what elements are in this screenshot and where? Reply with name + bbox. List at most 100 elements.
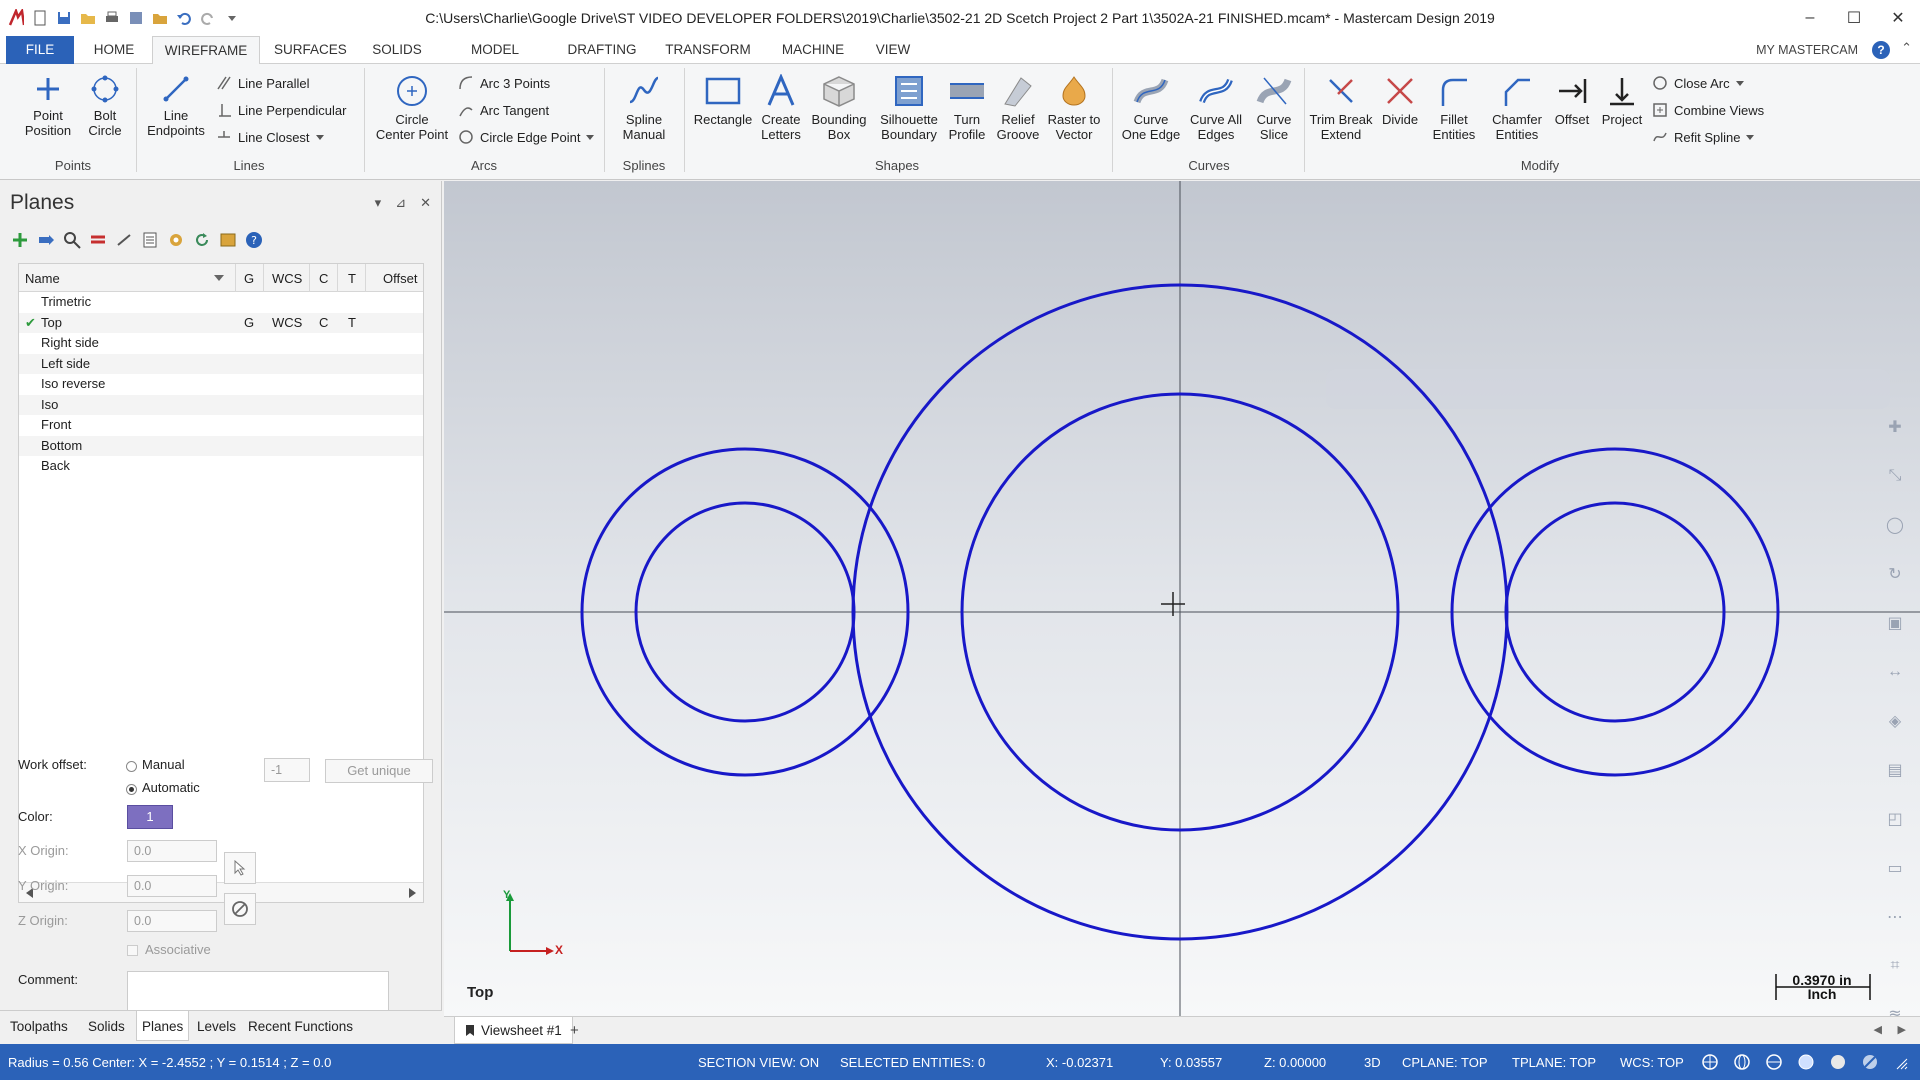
resize-grip-icon[interactable]: [1896, 1058, 1908, 1070]
snap-icon[interactable]: ⌗: [1881, 949, 1909, 982]
panel-close-icon[interactable]: ✕: [420, 195, 431, 211]
table-row[interactable]: Back: [19, 456, 423, 477]
help-icon[interactable]: ?: [1872, 41, 1890, 59]
zoom-fit-icon[interactable]: ⤡: [1881, 459, 1909, 492]
translucency-icon[interactable]: [1862, 1054, 1878, 1070]
save-icon[interactable]: [56, 10, 72, 26]
offset-button[interactable]: Offset: [1550, 74, 1594, 127]
color-swatch[interactable]: 1: [127, 805, 173, 829]
copy-icon[interactable]: ▤: [1881, 753, 1909, 786]
tab-planes[interactable]: Planes: [136, 1011, 190, 1041]
tab-recent-functions[interactable]: Recent Functions: [248, 1019, 353, 1034]
reset-icon[interactable]: [114, 230, 134, 250]
manual-radio[interactable]: [126, 761, 137, 772]
column-wcs[interactable]: WCS: [272, 271, 302, 286]
reset-origin-button[interactable]: [224, 893, 256, 925]
shaded-globe-icon[interactable]: [1766, 1054, 1782, 1070]
tab-toolpaths[interactable]: Toolpaths: [10, 1019, 68, 1034]
curve-slice-button[interactable]: Curve Slice: [1248, 74, 1300, 142]
zoom-window-icon[interactable]: ▣: [1881, 606, 1909, 639]
bounding-box-button[interactable]: Bounding Box: [806, 74, 872, 142]
get-unique-button[interactable]: Get unique: [325, 759, 433, 783]
open-folder-icon[interactable]: [80, 10, 96, 26]
bolt-circle-button[interactable]: Bolt Circle: [82, 74, 128, 138]
cplane-status[interactable]: CPLANE: TOP: [1402, 1055, 1488, 1070]
new-file-icon[interactable]: [32, 10, 48, 26]
curve-all-edges-button[interactable]: Curve All Edges: [1186, 74, 1246, 142]
sphere-icon[interactable]: [1798, 1054, 1814, 1070]
scroll-right-icon[interactable]: ▶: [1898, 1023, 1906, 1036]
tab-solids-manager[interactable]: Solids: [88, 1019, 125, 1034]
redo-icon[interactable]: [200, 10, 216, 26]
work-offset-input[interactable]: -1: [264, 758, 310, 782]
undo-icon[interactable]: [176, 10, 192, 26]
add-viewsheet-button[interactable]: +: [570, 1022, 579, 1039]
maximize-button[interactable]: ☐: [1832, 0, 1876, 36]
save-as-icon[interactable]: [128, 10, 144, 26]
drawing-canvas[interactable]: [444, 181, 1920, 1016]
tab-model-prep[interactable]: MODEL PREP: [452, 36, 538, 85]
point-position-button[interactable]: Point Position: [22, 74, 74, 138]
arc-tangent-button[interactable]: Arc Tangent: [458, 100, 549, 120]
refit-spline-button[interactable]: Refit Spline: [1652, 127, 1755, 147]
tab-transform[interactable]: TRANSFORM: [664, 36, 752, 64]
wire-globe-icon[interactable]: [1734, 1054, 1750, 1070]
wcs-status[interactable]: WCS: TOP: [1620, 1055, 1684, 1070]
collapse-ribbon-icon[interactable]: ⌃: [1901, 40, 1912, 56]
my-mastercam-link[interactable]: MY MASTERCAM: [1756, 36, 1858, 64]
zoom-in-icon[interactable]: ✚: [1881, 410, 1909, 443]
spline-manual-button[interactable]: Spline Manual: [612, 74, 676, 142]
refresh-icon[interactable]: [192, 230, 212, 250]
line-parallel-button[interactable]: Line Parallel: [216, 73, 310, 93]
grid-icon[interactable]: ⋯: [1881, 900, 1909, 933]
x-origin-input[interactable]: 0.0: [127, 840, 217, 862]
y-origin-input[interactable]: 0.0: [127, 875, 217, 897]
panel-menu-icon[interactable]: ▾: [375, 195, 382, 211]
help-circle-icon[interactable]: ?: [244, 230, 264, 250]
combine-views-button[interactable]: Combine Views: [1652, 100, 1764, 120]
properties-icon[interactable]: [140, 230, 160, 250]
associative-checkbox[interactable]: [127, 945, 138, 956]
find-icon[interactable]: [62, 230, 82, 250]
project-button[interactable]: Project: [1596, 74, 1648, 127]
tab-solids[interactable]: SOLIDS: [372, 36, 422, 64]
table-row[interactable]: Iso: [19, 394, 423, 415]
automatic-radio[interactable]: [126, 784, 137, 795]
tab-file[interactable]: FILE: [6, 36, 74, 64]
pan-icon[interactable]: ↻: [1881, 557, 1909, 590]
tab-levels[interactable]: Levels: [197, 1019, 236, 1034]
tab-machine[interactable]: MACHINE: [778, 36, 848, 64]
analyze-icon[interactable]: ◈: [1881, 704, 1909, 737]
line-endpoints-button[interactable]: Line Endpoints: [144, 74, 208, 138]
comment-textarea[interactable]: [127, 971, 389, 1011]
table-row[interactable]: Iso reverse: [19, 374, 423, 395]
trim-break-extend-button[interactable]: Trim Break Extend: [1308, 74, 1374, 142]
globe-icon[interactable]: [1702, 1054, 1718, 1070]
divide-button[interactable]: Divide: [1376, 74, 1424, 127]
table-row[interactable]: Right side: [19, 333, 423, 354]
close-arc-button[interactable]: Close Arc: [1652, 73, 1744, 93]
scroll-left-icon[interactable]: ◀: [1874, 1023, 1882, 1036]
gear-icon[interactable]: [166, 230, 186, 250]
circle-center-point-button[interactable]: Circle Center Point: [370, 74, 454, 142]
scroll-right-icon[interactable]: [409, 888, 417, 898]
minimize-button[interactable]: –: [1788, 0, 1832, 36]
turn-profile-button[interactable]: Turn Profile: [944, 74, 990, 142]
column-name[interactable]: Name: [25, 271, 60, 286]
display-options-icon[interactable]: [218, 230, 238, 250]
column-t[interactable]: T: [348, 271, 356, 286]
circle-edge-point-button[interactable]: Circle Edge Point: [458, 127, 595, 147]
customize-dropdown-icon[interactable]: [224, 10, 240, 26]
sheet-icon[interactable]: ▭: [1881, 851, 1909, 884]
pin-icon[interactable]: ⊿: [395, 195, 406, 211]
mode-3d[interactable]: 3D: [1364, 1055, 1381, 1070]
table-row[interactable]: Bottom: [19, 435, 423, 456]
print-icon[interactable]: [104, 10, 120, 26]
silhouette-boundary-button[interactable]: Silhouette Boundary: [874, 74, 944, 142]
tab-wireframe[interactable]: WIREFRAME: [152, 36, 260, 65]
tab-surfaces[interactable]: SURFACES: [274, 36, 347, 64]
rectangle-button[interactable]: Rectangle: [690, 74, 756, 127]
z-origin-input[interactable]: 0.0: [127, 910, 217, 932]
graphics-viewport[interactable]: Y X ✚ ⤡ ◯ ↻ ▣ ↔ ◈ ▤ ◰ ▭ ⋯ ⌗ ≋ ⚙ ⊘: [444, 181, 1920, 1016]
layers-icon[interactable]: ≋: [1881, 998, 1909, 1017]
